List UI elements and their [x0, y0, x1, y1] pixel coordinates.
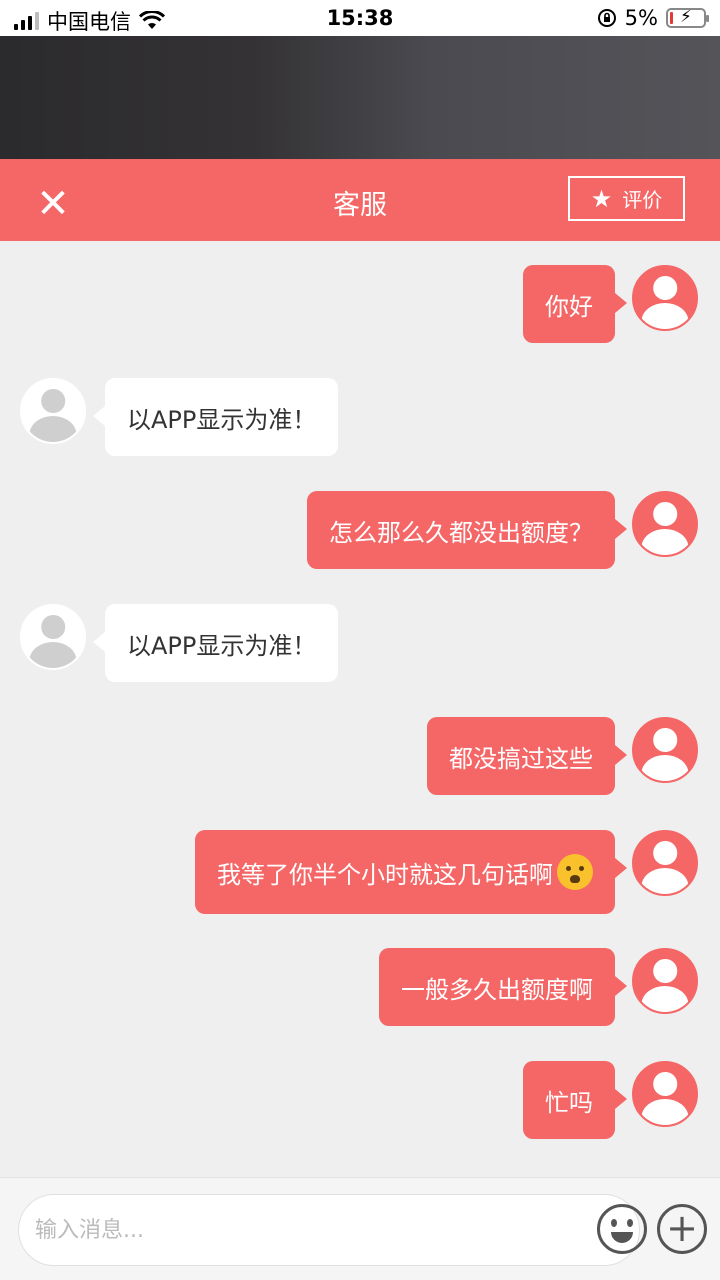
message-user: 都没搞过这些	[0, 717, 720, 797]
rate-button[interactable]: ★ 评价	[568, 176, 685, 221]
message-text: 怎么那么久都没出额度？	[329, 518, 593, 547]
message-user: 一般多久出额度啊	[0, 948, 720, 1028]
user-avatar[interactable]	[632, 491, 698, 557]
message-bubble: 你好	[523, 265, 627, 343]
user-avatar[interactable]	[632, 265, 698, 331]
message-bubble: 我等了你半个小时就这几句话啊	[195, 830, 627, 914]
chat-screen: 中国电信 15:38 5% ⚡ ✕ 客服 ★ 评价 你好 以APP显示为准！ 怎…	[0, 0, 720, 1280]
message-user: 我等了你半个小时就这几句话啊	[0, 830, 720, 916]
rotation-lock-icon	[597, 9, 616, 27]
agent-avatar[interactable]	[20, 378, 86, 444]
message-text: 我等了你半个小时就这几句话啊	[217, 860, 553, 889]
add-attachment-button[interactable]: +	[657, 1204, 707, 1254]
message-input-box[interactable]	[18, 1194, 647, 1266]
input-bar: +	[0, 1177, 720, 1280]
message-user: 忙吗	[0, 1061, 720, 1141]
plus-icon: +	[666, 1206, 698, 1250]
message-user: 你好	[0, 265, 720, 345]
message-agent: 以APP显示为准！	[0, 378, 720, 458]
rate-label: 评价	[622, 188, 663, 212]
message-bubble: 怎么那么久都没出额度？	[307, 491, 627, 569]
status-bar: 中国电信 15:38 5% ⚡	[0, 0, 720, 36]
user-avatar[interactable]	[632, 717, 698, 783]
message-text: 以APP显示为准！	[127, 631, 317, 660]
agent-avatar[interactable]	[20, 604, 86, 670]
battery-icon: ⚡	[666, 7, 709, 28]
message-text: 一般多久出额度啊	[401, 975, 593, 1004]
user-avatar[interactable]	[632, 1061, 698, 1127]
message-text: 以APP显示为准！	[127, 405, 317, 434]
message-list[interactable]: 你好 以APP显示为准！ 怎么那么久都没出额度？ 以APP显示为准！ 都没搞过这…	[0, 241, 720, 1177]
message-input[interactable]	[35, 1195, 575, 1265]
message-bubble: 以APP显示为准！	[92, 378, 339, 456]
video-preview	[0, 36, 720, 159]
message-bubble: 一般多久出额度啊	[379, 948, 627, 1026]
message-bubble: 忙吗	[523, 1061, 627, 1139]
message-bubble: 以APP显示为准！	[92, 604, 339, 682]
message-bubble: 都没搞过这些	[427, 717, 627, 795]
battery-percent: 5%	[624, 6, 658, 30]
message-text: 都没搞过这些	[449, 744, 593, 773]
status-right: 5% ⚡	[597, 6, 709, 30]
message-text: 忙吗	[545, 1088, 593, 1117]
user-avatar[interactable]	[632, 948, 698, 1014]
message-text: 你好	[545, 292, 593, 321]
message-user: 怎么那么久都没出额度？	[0, 491, 720, 571]
star-icon: ★	[590, 184, 613, 213]
message-agent: 以APP显示为准！	[0, 604, 720, 684]
chat-header: ✕ 客服 ★ 评价	[0, 159, 720, 241]
anguished-face-emoji-icon	[557, 854, 593, 890]
emoji-icon[interactable]	[597, 1204, 647, 1254]
user-avatar[interactable]	[632, 830, 698, 896]
